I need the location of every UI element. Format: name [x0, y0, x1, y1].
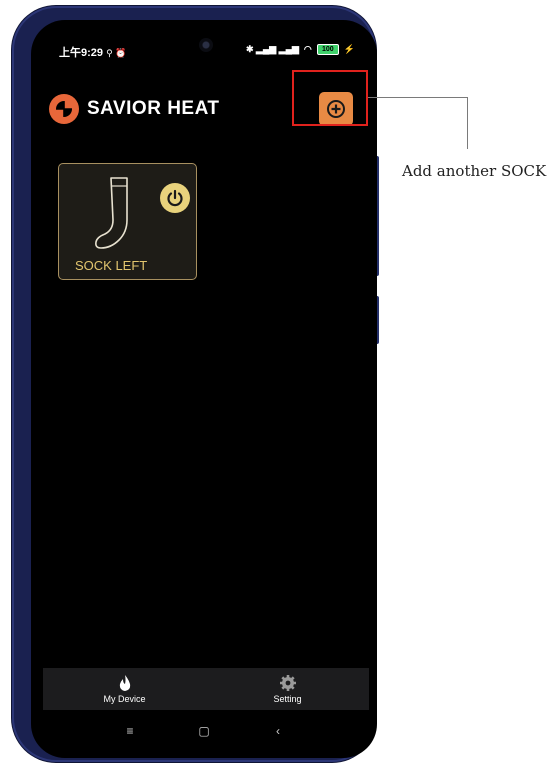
system-navigation-bar: ≡ ▢ ‹ [31, 716, 377, 746]
callout-line-vertical [467, 97, 468, 149]
nav-my-device[interactable]: My Device [43, 668, 206, 710]
callout-text: Add another SOCK [402, 162, 547, 180]
wifi-icon: ◠ [303, 44, 312, 54]
notification-icons: ⚲ ⏰ [106, 48, 127, 58]
status-bar: 上午9:29 ⚲ ⏰ ✱ ▂▄▆ ▂▄▆ ◠ 100 ⚡ [31, 42, 377, 62]
app-logo: SAVIOR HEAT [49, 94, 220, 124]
phone-screen: 上午9:29 ⚲ ⏰ ✱ ▂▄▆ ▂▄▆ ◠ 100 ⚡ SAVIOR HEAT [31, 20, 377, 758]
device-card-sock-left[interactable]: SOCK LEFT [58, 163, 197, 280]
menu-icon[interactable]: ≡ [123, 724, 137, 738]
device-label: SOCK LEFT [75, 258, 148, 273]
back-icon[interactable]: ‹ [271, 724, 285, 738]
battery-icon: 100 [316, 44, 339, 55]
home-icon[interactable]: ▢ [197, 724, 211, 738]
savior-heat-logo-icon [49, 94, 79, 124]
status-time: 上午9:29 ⚲ ⏰ [59, 47, 127, 59]
brand-name: SAVIOR HEAT [87, 98, 220, 119]
power-toggle-button[interactable] [160, 183, 190, 213]
sock-icon [95, 177, 128, 249]
flame-icon [119, 675, 130, 691]
gear-icon [279, 675, 296, 691]
nav-setting-label: Setting [273, 694, 302, 704]
callout-line-horizontal [368, 97, 468, 98]
nav-my-device-label: My Device [103, 694, 146, 704]
nav-setting[interactable]: Setting [206, 668, 369, 710]
power-icon [167, 189, 183, 207]
status-icons: ✱ ▂▄▆ ▂▄▆ ◠ 100 ⚡ [246, 44, 355, 55]
charging-icon: ⚡ [343, 44, 355, 54]
bottom-navigation: My Device Setting [43, 668, 369, 710]
signal-icons: ✱ ▂▄▆ ▂▄▆ [245, 44, 299, 54]
add-button-highlight [292, 70, 368, 126]
